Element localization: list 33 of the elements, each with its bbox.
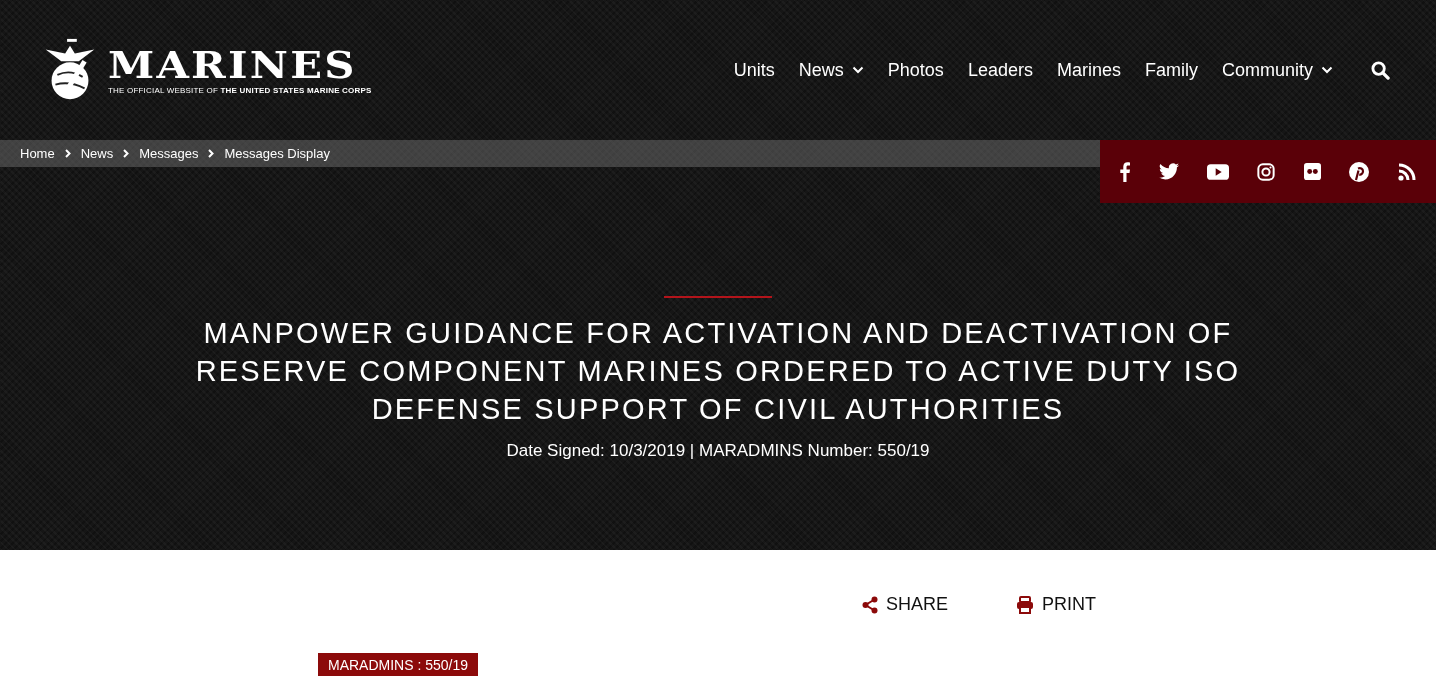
breadcrumb-link[interactable]: Messages — [139, 146, 199, 161]
nav-link[interactable]: Family — [1144, 59, 1198, 81]
video-play-icon[interactable] — [1207, 163, 1230, 180]
share-link[interactable]: SHARE — [862, 594, 948, 615]
two-dots-icon[interactable] — [1303, 163, 1321, 180]
chevron-down-icon[interactable] — [851, 66, 864, 74]
breadcrumb-link[interactable]: Home — [20, 146, 55, 161]
chevron-right-icon — [64, 149, 71, 158]
nav-link[interactable]: Photos — [887, 59, 944, 81]
breadcrumb-current[interactable]: Messages Display — [224, 146, 330, 161]
facebook-icon[interactable] — [1120, 161, 1131, 182]
camera-icon[interactable] — [1257, 162, 1276, 181]
nav-link[interactable]: Leaders — [967, 59, 1033, 81]
search-icon[interactable] — [1371, 60, 1390, 80]
nav-link[interactable]: News — [798, 59, 864, 81]
nav-link[interactable]: Marines — [1056, 59, 1121, 81]
pin-letter-icon[interactable] — [1349, 161, 1370, 182]
chevron-right-icon — [123, 149, 130, 158]
twitter-icon[interactable] — [1158, 163, 1179, 180]
message-meta: Date Signed: 10/3/2019 | MARADMINS Number: 550/19 — [506, 441, 930, 461]
nav-link[interactable]: Units — [733, 59, 775, 81]
chevron-right-icon — [208, 149, 215, 158]
site-title[interactable]: MARINES — [108, 45, 398, 84]
nav-link[interactable]: Community — [1221, 59, 1333, 81]
maradmin-tag: MARADMINS : 550/19 — [318, 653, 479, 676]
breadcrumb-link[interactable]: News — [80, 146, 114, 161]
print-link[interactable]: PRINT — [1016, 594, 1096, 615]
printer-icon[interactable] — [1016, 595, 1034, 614]
share-icon[interactable] — [862, 595, 878, 614]
rss-icon[interactable] — [1397, 162, 1416, 181]
site-tagline: THE OFFICIAL WEBSITE OF THE UNITED STATES MARINE CORPS — [108, 85, 372, 95]
chevron-down-icon[interactable] — [1321, 66, 1333, 74]
page-title: MANPOWER GUIDANCE FOR ACTIVATION AND DEACTIVATION OF RESERVE COMPONENT MARINES ORDERED TO ACTIVE DUTY ISO DEFENSE SUPPORT OF CIVIL AUTHORITIES — [194, 316, 1242, 427]
